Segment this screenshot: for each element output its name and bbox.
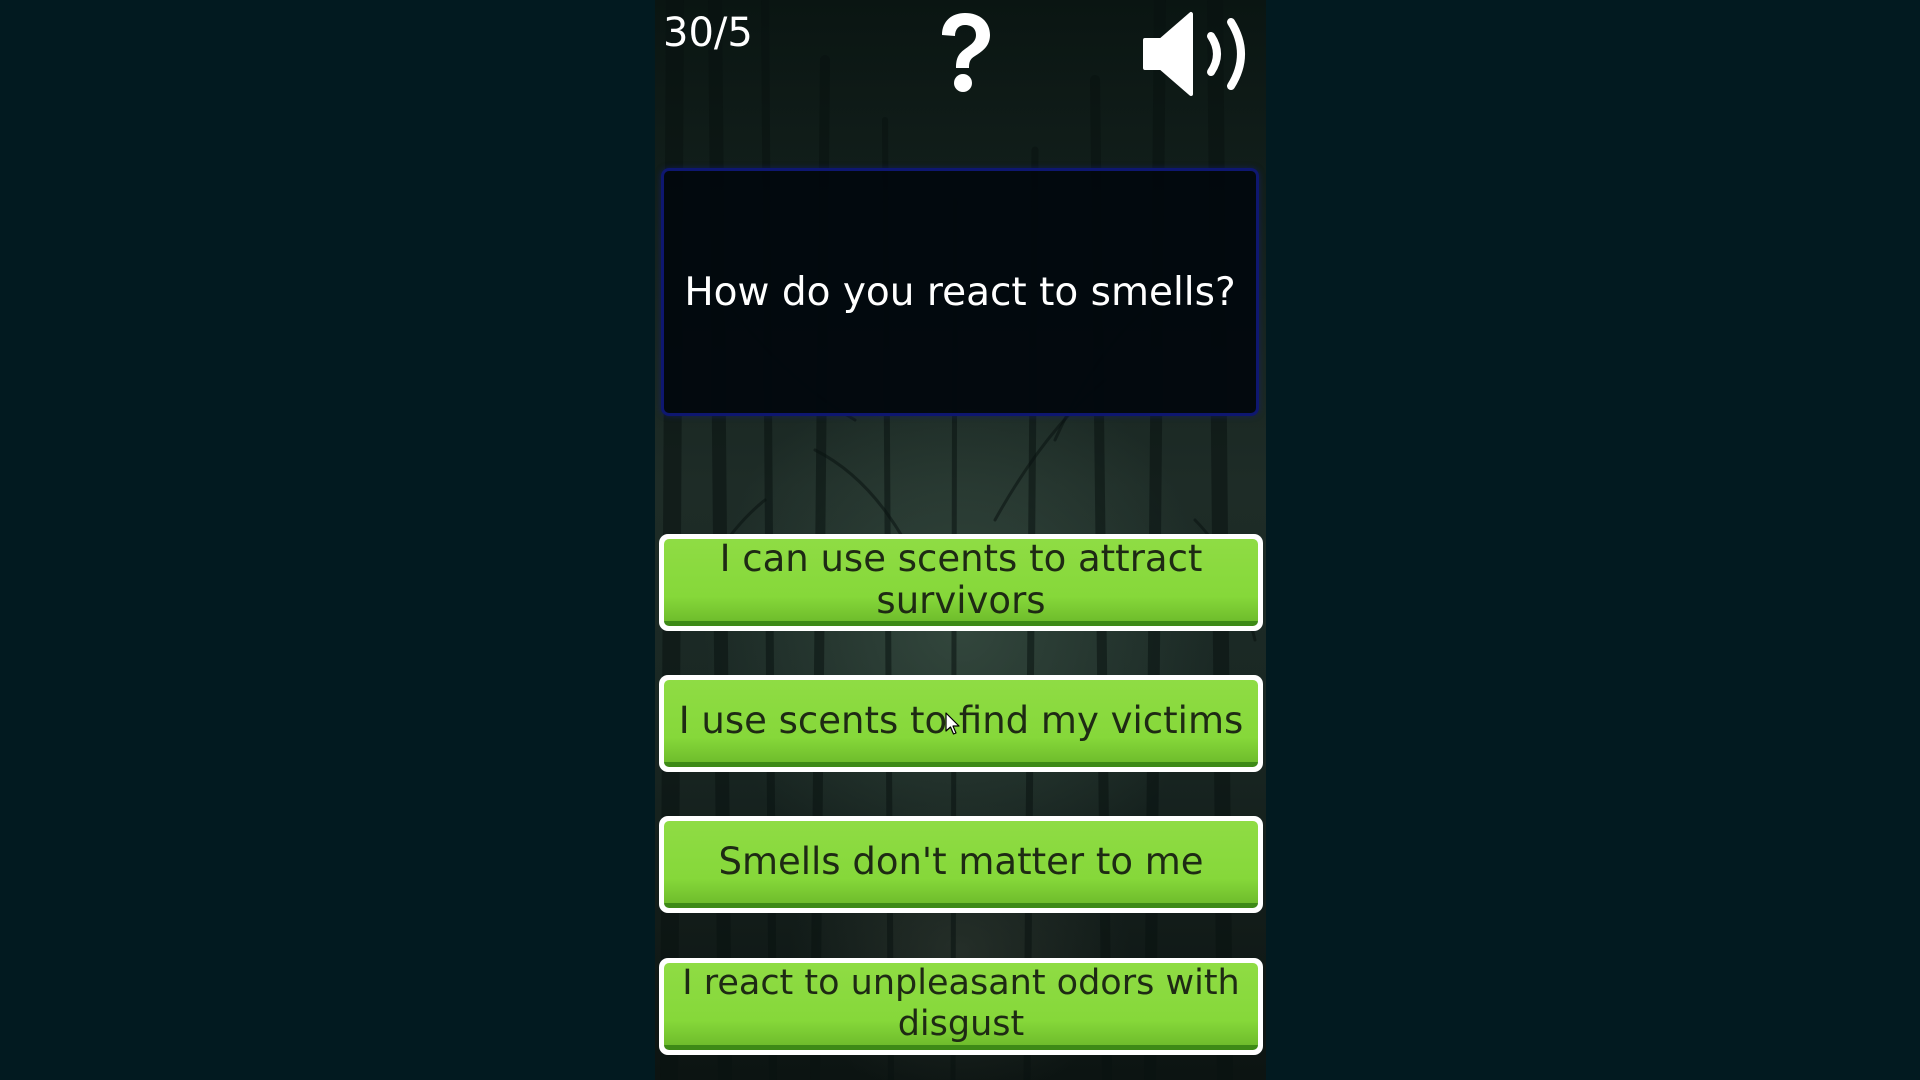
answer-label: Smells don't matter to me [664, 821, 1258, 908]
answer-label: I can use scents to attract survivors [664, 538, 1258, 626]
app-background: 30/5 How do you react to smells? I can u… [0, 0, 1920, 1080]
answer-button-3[interactable]: Smells don't matter to me [659, 816, 1263, 913]
game-screen: 30/5 How do you react to smells? I can u… [655, 0, 1266, 1080]
question-panel: How do you react to smells? [661, 168, 1259, 416]
progress-counter: 30/5 [663, 10, 753, 56]
sound-toggle-button[interactable] [1135, 6, 1260, 101]
question-mark-icon [942, 13, 990, 92]
answer-button-1[interactable]: I can use scents to attract survivors [659, 534, 1263, 631]
answer-label: I react to unpleasant odors with disgust [664, 963, 1258, 1050]
question-text: How do you react to smells? [684, 269, 1236, 315]
help-button[interactable] [925, 8, 1005, 98]
answer-button-4[interactable]: I react to unpleasant odors with disgust [659, 958, 1263, 1055]
answer-button-2[interactable]: I use scents to find my victims [659, 675, 1263, 772]
answer-label: I use scents to find my victims [664, 680, 1258, 767]
speaker-volume-icon [1143, 12, 1245, 96]
